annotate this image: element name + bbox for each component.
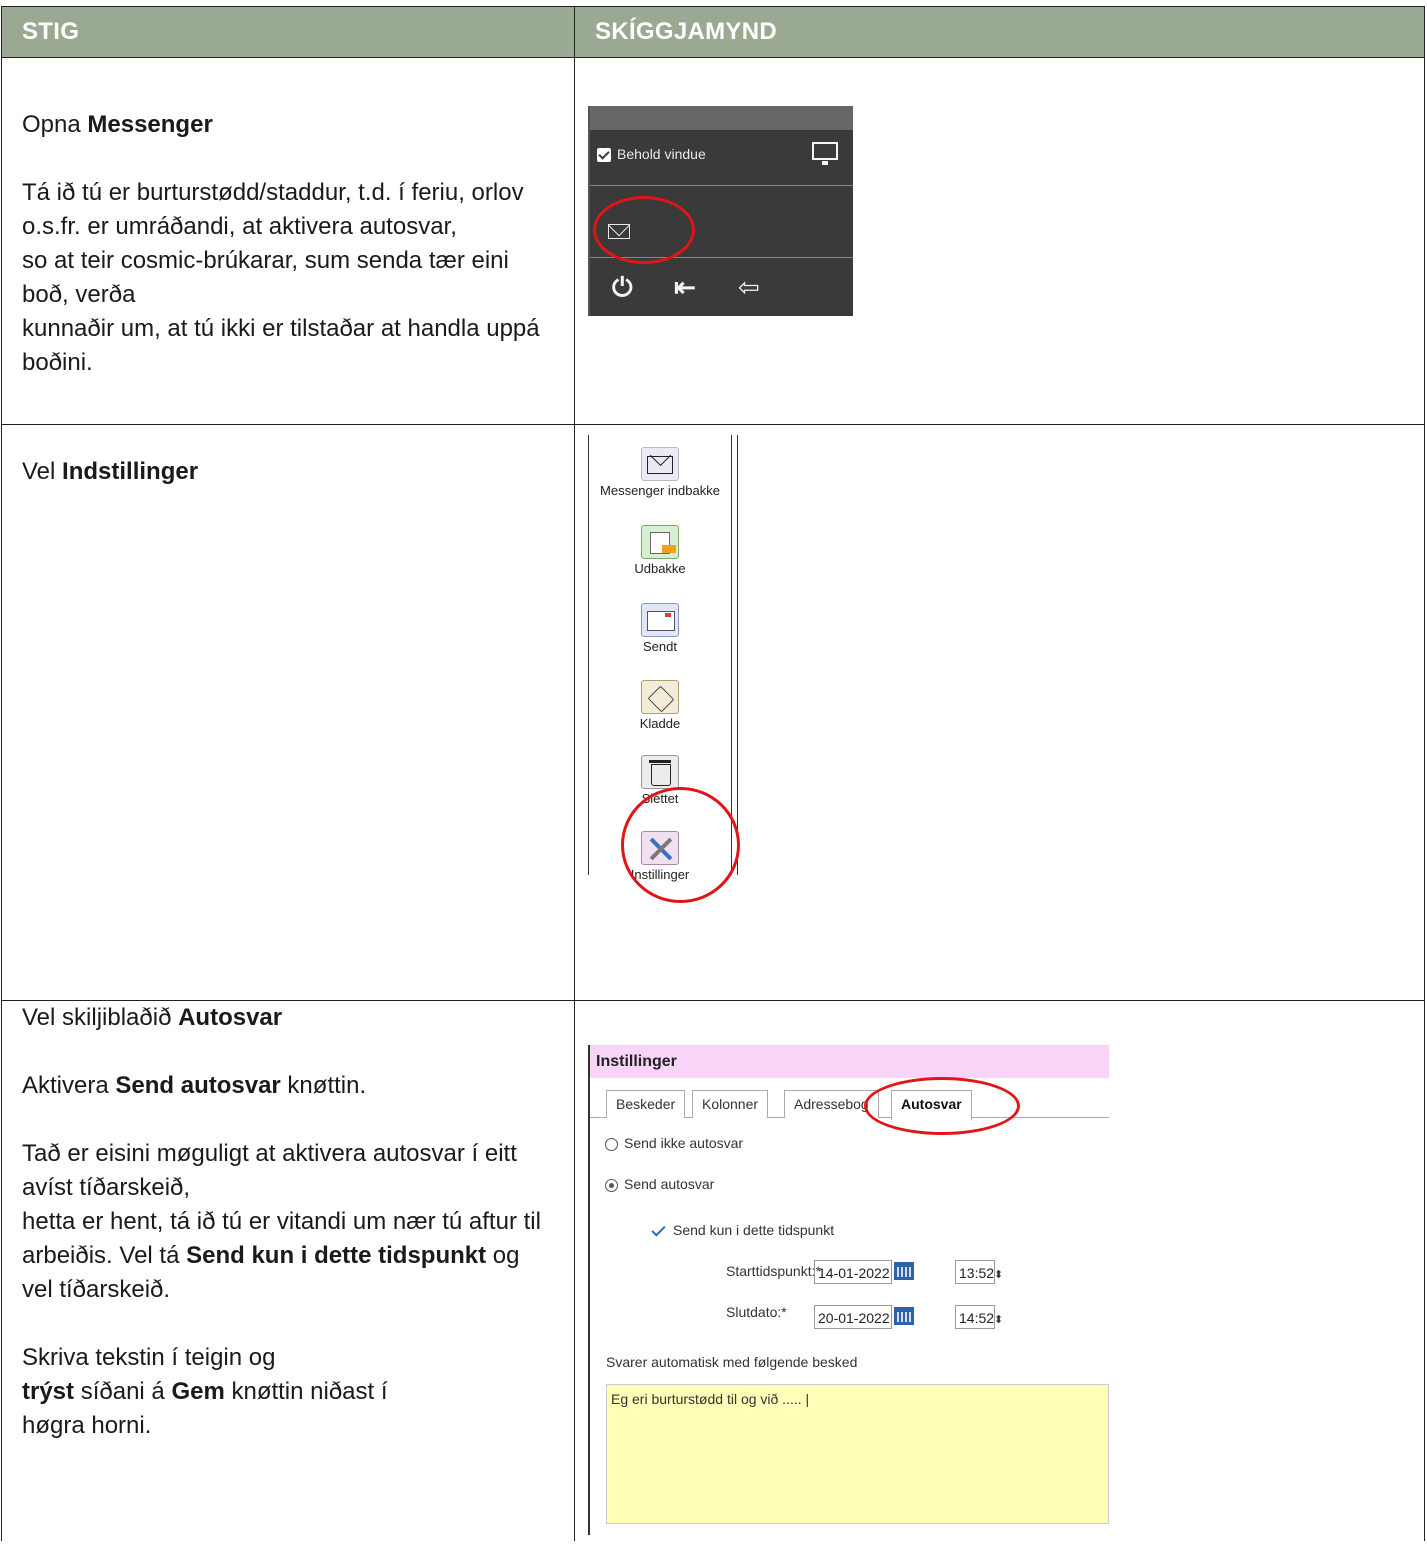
- checkbox-icon[interactable]: [597, 148, 611, 162]
- step-heading: Vel Indstillinger: [22, 458, 199, 485]
- screenshot-cell: Instillinger Beskeder Kolonner Adressebo…: [574, 1000, 1425, 1541]
- calendar-icon[interactable]: [894, 1262, 914, 1280]
- menu-item-inbox[interactable]: Messenger indbakke: [589, 447, 731, 498]
- step-heading: Vel skiljiblaðið Autosvar: [22, 1004, 283, 1031]
- instruction-table: STIG SKÍGGJAMYND Opna Messenger Tá ið tú…: [1, 6, 1425, 1541]
- calendar-icon[interactable]: [894, 1307, 914, 1325]
- step-description: Skriva tekstin í teigin og: [22, 1344, 276, 1371]
- table-row: Vel skiljiblaðið Autosvar Aktivera Send …: [1, 1000, 1425, 1541]
- highlight-circle: [593, 196, 695, 264]
- step-description: hetta er hent, tá ið tú er vitandi um næ…: [22, 1208, 541, 1303]
- step-description: høgra horni.: [22, 1412, 152, 1439]
- screenshot-cell: Messenger indbakke Udbakke Sendt Kladde …: [574, 424, 1425, 1001]
- radio-label: Send ikke autosvar: [624, 1135, 744, 1151]
- table-row: Vel Indstillinger Messenger indbakke Udb…: [1, 424, 1425, 1001]
- messenger-menu-screenshot: Messenger indbakke Udbakke Sendt Kladde …: [588, 435, 740, 903]
- highlight-circle: [621, 787, 740, 903]
- step-cell: Opna Messenger Tá ið tú er burturstødd/s…: [1, 57, 575, 425]
- menu-item-label: Udbakke: [634, 561, 686, 576]
- step-cell: Vel Indstillinger: [1, 424, 575, 1001]
- spinner-icon[interactable]: ⬍: [994, 1314, 1003, 1326]
- menu-item-draft[interactable]: Kladde: [589, 680, 731, 731]
- divider: [590, 185, 853, 186]
- trash-icon: [641, 755, 679, 789]
- step-cell: Vel skiljiblaðið Autosvar Aktivera Send …: [1, 1000, 575, 1541]
- menu-item-label: Kladde: [639, 716, 681, 731]
- logout-outline-icon[interactable]: ⇦: [738, 272, 760, 302]
- menu-item-outbox[interactable]: Udbakke: [589, 525, 731, 576]
- end-date-input[interactable]: 20-01-2022 ⬍: [814, 1305, 903, 1329]
- highlight-circle: [864, 1077, 1020, 1135]
- logout-icon[interactable]: ⇤: [674, 272, 696, 302]
- step-description: Tá ið tú er burturstødd/staddur, t.d. í …: [22, 179, 524, 240]
- header-step: STIG: [1, 6, 575, 58]
- radio-send-autosvar[interactable]: [605, 1179, 618, 1192]
- control-panel-screenshot: Behold vindue ⏻ ⇤ ⇦: [588, 106, 853, 316]
- sent-icon: [641, 603, 679, 637]
- dialog-title: Instillinger: [590, 1045, 1109, 1078]
- step-description: Aktivera Send autosvar knøttin.: [22, 1072, 367, 1099]
- table-row: Opna Messenger Tá ið tú er burturstødd/s…: [1, 57, 1425, 425]
- settings-dialog-screenshot: Instillinger Beskeder Kolonner Adressebo…: [588, 1045, 1109, 1535]
- envelope-icon: [641, 447, 679, 481]
- monitor-icon[interactable]: [812, 142, 838, 165]
- radio-send-ikke-autosvar[interactable]: [605, 1138, 618, 1151]
- checkbox-send-kun[interactable]: [652, 1225, 664, 1237]
- start-label: Starttidspunkt:*: [726, 1263, 821, 1279]
- start-date-input[interactable]: 14-01-2022 ⬍: [814, 1260, 903, 1284]
- end-label: Slutdato:*: [726, 1304, 787, 1320]
- screenshot-cell: Behold vindue ⏻ ⇤ ⇦: [574, 57, 1425, 425]
- menu-item-label: Sendt: [643, 639, 677, 654]
- step-description: trýst síðani á Gem knøttin niðast í: [22, 1378, 388, 1405]
- divider: [737, 435, 738, 875]
- step-description: so at teir cosmic-brúkarar, sum senda tæ…: [22, 247, 509, 308]
- checkbox-label: Send kun i dette tidspunkt: [673, 1222, 835, 1238]
- tab-kolonner[interactable]: Kolonner: [692, 1090, 769, 1118]
- step-description: Tað er eisini møguligt at aktivera autos…: [22, 1140, 517, 1201]
- tab-beskeder[interactable]: Beskeder: [606, 1090, 686, 1118]
- power-icon[interactable]: ⏻: [612, 272, 633, 302]
- message-label: Svarer automatisk med følgende besked: [606, 1354, 858, 1370]
- menu-item-label: Messenger indbakke: [600, 483, 720, 498]
- end-time-input[interactable]: 14:52⬍: [955, 1305, 1003, 1329]
- keep-window-label: Behold vindue: [617, 146, 706, 162]
- spinner-icon[interactable]: ⬍: [994, 1269, 1003, 1281]
- autoreply-message-textarea[interactable]: Eg eri burturstødd til og við ..... |: [606, 1384, 1109, 1524]
- menu-item-sent[interactable]: Sendt: [589, 603, 731, 654]
- table-header: STIG SKÍGGJAMYND: [1, 6, 1425, 58]
- step-description: kunnaðir um, at tú ikki er tilstaðar at …: [22, 315, 540, 376]
- step-heading: Opna Messenger: [22, 111, 213, 138]
- start-time-input[interactable]: 13:52⬍: [955, 1260, 1003, 1284]
- radio-label: Send autosvar: [624, 1176, 715, 1192]
- draft-icon: [641, 680, 679, 714]
- header-screenshot: SKÍGGJAMYND: [574, 6, 1425, 58]
- outbox-icon: [641, 525, 679, 559]
- panel-top-strip: [590, 106, 853, 130]
